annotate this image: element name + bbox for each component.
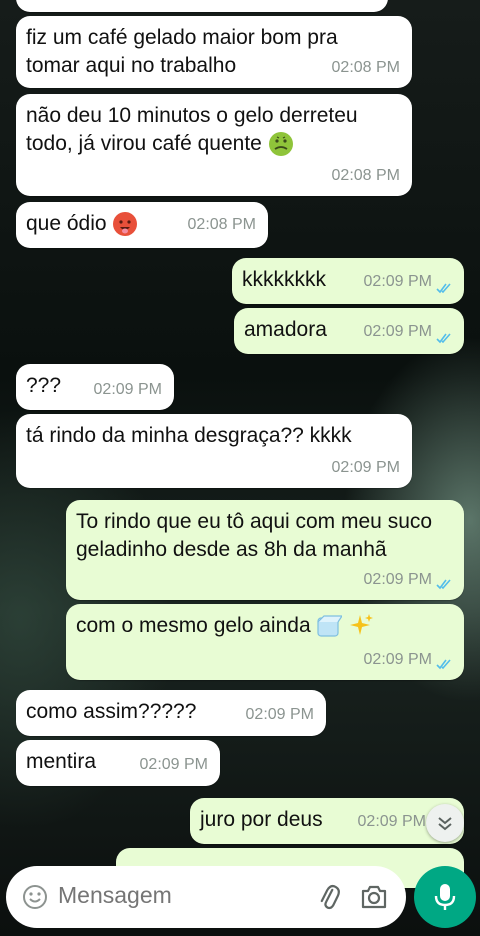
message-text: não deu 10 minutos o gelo derreteu todo,… [26,102,406,158]
message-bubble-incoming[interactable]: ??? 02:09 PM [16,364,174,410]
message-bubble-incoming[interactable]: que ódio 02:08 PM [16,202,268,248]
message-time: 02:09 PM [331,459,400,476]
message-bubble-incoming[interactable]: não deu 10 minutos o gelo derreteu todo,… [16,94,412,196]
message-text-content: não deu 10 minutos o gelo derreteu todo,… [26,104,358,155]
message-time: 02:09 PM [93,381,162,398]
message-bubble-outgoing[interactable]: kkkkkkkk 02:09 PM [232,258,464,304]
message-input[interactable] [58,882,298,909]
message-time: 02:09 PM [139,756,208,773]
scroll-to-bottom-button[interactable] [426,804,464,842]
message-bubble-outgoing[interactable]: juro por deus 02:09 PM [190,798,464,844]
hot-face-icon [113,212,138,237]
message-time: 02:08 PM [331,59,400,76]
message-bubble-incoming[interactable]: tá rindo da minha desgraça?? kkkk 02:09 … [16,414,412,488]
message-bubble-incoming[interactable]: como assim????? 02:09 PM [16,690,326,736]
read-ticks-icon [436,283,451,294]
message-time: 02:09 PM [245,706,314,723]
message-text: tá rindo da minha desgraça?? kkkk [26,424,352,447]
read-ticks-icon [436,659,451,670]
message-bubble-partial[interactable] [16,0,388,12]
sparkles-icon [350,614,374,636]
message-time: 02:09 PM [363,323,432,340]
read-ticks-icon [436,333,451,344]
message-time: 02:08 PM [187,216,256,233]
message-composer [6,866,406,928]
message-text: com o mesmo gelo ainda [76,612,454,640]
message-text-content: que ódio [26,212,107,235]
message-bubble-outgoing[interactable]: amadora 02:09 PM [234,308,464,354]
emoji-icon[interactable] [22,884,48,910]
microphone-icon [434,884,456,910]
microphone-button[interactable] [414,866,476,928]
message-time: 02:09 PM [357,813,426,830]
double-chevron-down-icon [438,817,452,831]
message-time: 02:09 PM [363,651,432,668]
message-bubble-incoming[interactable]: mentira 02:09 PM [16,740,220,786]
message-bubble-incoming[interactable]: fiz um café gelado maior bom pra tomar a… [16,16,412,88]
ice-cube-icon [317,615,343,638]
camera-icon[interactable] [360,884,388,910]
message-bubble-outgoing[interactable]: com o mesmo gelo ainda 02:09 PM [66,604,464,680]
message-time: 02:09 PM [363,571,432,588]
nauseated-face-icon [268,132,293,157]
message-time: 02:08 PM [331,167,400,184]
message-text: To rindo que eu tô aqui com meu suco gel… [76,510,433,561]
message-time: 02:09 PM [363,273,432,290]
read-ticks-icon [436,579,451,590]
paperclip-icon[interactable] [316,883,342,911]
message-text-content: com o mesmo gelo ainda [76,614,311,637]
message-bubble-outgoing[interactable]: To rindo que eu tô aqui com meu suco gel… [66,500,464,600]
